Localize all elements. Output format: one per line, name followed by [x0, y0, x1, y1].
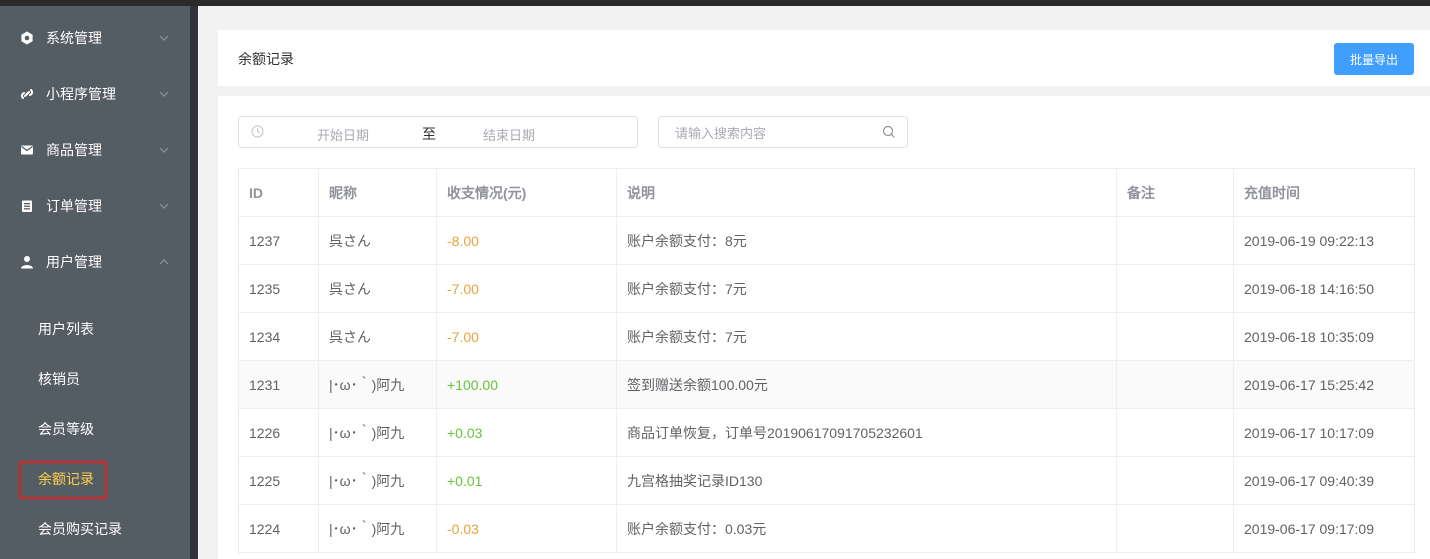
table-row[interactable]: 1231 |･ω･｀)阿九 +100.00 签到赠送余额100.00元 2019… [238, 360, 1415, 409]
cell-id: 1237 [238, 216, 319, 265]
cell-time: 2019-06-18 10:35:09 [1233, 312, 1415, 361]
page-title: 余额记录 [238, 51, 294, 67]
column-header-description[interactable]: 说明 [616, 168, 1117, 217]
submenu-balance-records[interactable]: 余额记录 [38, 469, 94, 489]
cell-nickname: |･ω･｀)阿九 [318, 408, 437, 457]
menu-users[interactable]: 用户管理 [0, 234, 190, 290]
submenu-user-list[interactable]: 用户列表 [38, 319, 94, 339]
cell-nickname: |･ω･｀)阿九 [318, 360, 437, 409]
cell-description: 九宫格抽奖记录ID130 [616, 456, 1117, 505]
cell-description: 签到赠送余额100.00元 [616, 360, 1117, 409]
menu-label: 商品管理 [46, 142, 102, 158]
cell-description: 账户余额支付：0.03元 [616, 504, 1117, 553]
menu-goods[interactable]: 商品管理 [0, 122, 190, 178]
column-header-nickname[interactable]: 昵称 [318, 168, 437, 217]
menu-label: 系统管理 [46, 30, 102, 46]
records-card: 开始日期 至 结束日期 ID 昵称 收支情况(元) 说明 备注 充值时间 [218, 96, 1430, 559]
cell-id: 1225 [238, 456, 319, 505]
cell-note [1116, 360, 1234, 409]
cell-amount: -7.00 [436, 264, 617, 313]
menu-label: 用户管理 [46, 254, 102, 270]
cell-time: 2019-06-17 10:17:09 [1233, 408, 1415, 457]
cell-nickname: 呉さん [318, 264, 437, 313]
start-date-input[interactable]: 开始日期 [317, 125, 369, 144]
table-row[interactable]: 1224 |･ω･｀)阿九 -0.03 账户余额支付：0.03元 2019-06… [238, 504, 1415, 553]
cell-id: 1226 [238, 408, 319, 457]
cell-description: 账户余额支付：7元 [616, 312, 1117, 361]
cell-note [1116, 456, 1234, 505]
cell-id: 1235 [238, 264, 319, 313]
chevron-down-icon [159, 203, 169, 209]
column-header-id[interactable]: ID [238, 168, 319, 217]
batch-export-button[interactable]: 批量导出 [1334, 43, 1414, 75]
cell-time: 2019-06-18 14:16:50 [1233, 264, 1415, 313]
chevron-up-icon [159, 259, 169, 265]
table-row[interactable]: 1235 呉さん -7.00 账户余额支付：7元 2019-06-18 14:1… [238, 264, 1415, 313]
search-box [658, 116, 908, 148]
end-date-input[interactable]: 结束日期 [483, 125, 535, 144]
table-header-row: ID 昵称 收支情况(元) 说明 备注 充值时间 [238, 168, 1415, 217]
menu-system[interactable]: 系统管理 [0, 10, 190, 66]
sidebar: 系统管理 小程序管理 商品管理 订单管理 用户管理 用户列表 核销员 会员等级 [0, 6, 190, 559]
cell-note [1116, 408, 1234, 457]
cell-time: 2019-06-19 09:22:13 [1233, 216, 1415, 265]
cell-id: 1224 [238, 504, 319, 553]
cell-time: 2019-06-17 15:25:42 [1233, 360, 1415, 409]
chevron-down-icon [159, 91, 169, 97]
cell-nickname: |･ω･｀)阿九 [318, 504, 437, 553]
cell-amount: -0.03 [436, 504, 617, 553]
cell-nickname: 呉さん [318, 216, 437, 265]
user-icon [20, 255, 34, 269]
cell-amount: +0.01 [436, 456, 617, 505]
column-header-note[interactable]: 备注 [1116, 168, 1234, 217]
cell-note [1116, 264, 1234, 313]
menu-label: 小程序管理 [46, 86, 116, 102]
cell-time: 2019-06-17 09:17:09 [1233, 504, 1415, 553]
column-header-amount[interactable]: 收支情况(元) [436, 168, 617, 217]
table-row[interactable]: 1234 呉さん -7.00 账户余额支付：7元 2019-06-18 10:3… [238, 312, 1415, 361]
date-range-picker[interactable]: 开始日期 至 结束日期 [238, 116, 638, 148]
gear-icon [20, 31, 34, 45]
cell-id: 1231 [238, 360, 319, 409]
clipboard-icon [20, 199, 34, 213]
cell-description: 账户余额支付：7元 [616, 264, 1117, 313]
clock-icon [251, 125, 264, 138]
table-row[interactable]: 1237 呉さん -8.00 账户余额支付：8元 2019-06-19 09:2… [238, 216, 1415, 265]
search-icon[interactable] [882, 125, 896, 139]
cell-amount: +100.00 [436, 360, 617, 409]
cell-note [1116, 216, 1234, 265]
table-row[interactable]: 1226 |･ω･｀)阿九 +0.03 商品订单恢复，订单号2019061709… [238, 408, 1415, 457]
column-header-time[interactable]: 充值时间 [1233, 168, 1415, 217]
page-header: 余额记录 批量导出 [218, 30, 1430, 86]
cell-amount: +0.03 [436, 408, 617, 457]
cell-description: 账户余额支付：8元 [616, 216, 1117, 265]
submenu-member-level[interactable]: 会员等级 [38, 419, 94, 439]
cell-nickname: 呉さん [318, 312, 437, 361]
cell-id: 1234 [238, 312, 319, 361]
submenu-verifier[interactable]: 核销员 [38, 369, 80, 389]
main-content: 余额记录 批量导出 开始日期 至 结束日期 ID 昵称 收支情况(元) [198, 6, 1430, 559]
cell-amount: -8.00 [436, 216, 617, 265]
menu-orders[interactable]: 订单管理 [0, 178, 190, 234]
cell-description: 商品订单恢复，订单号20190617091705232601 [616, 408, 1117, 457]
balance-records-table: ID 昵称 收支情况(元) 说明 备注 充值时间 1237 呉さん -8.00 … [238, 168, 1415, 553]
cell-nickname: |･ω･｀)阿九 [318, 456, 437, 505]
menu-miniprogram[interactable]: 小程序管理 [0, 66, 190, 122]
cell-note [1116, 312, 1234, 361]
table-row[interactable]: 1225 |･ω･｀)阿九 +0.01 九宫格抽奖记录ID130 2019-06… [238, 456, 1415, 505]
cell-amount: -7.00 [436, 312, 617, 361]
menu-label: 订单管理 [46, 198, 102, 214]
chevron-down-icon [159, 147, 169, 153]
submenu-member-purchase[interactable]: 会员购买记录 [38, 519, 122, 539]
cell-time: 2019-06-17 09:40:39 [1233, 456, 1415, 505]
chevron-down-icon [159, 35, 169, 41]
range-separator: 至 [422, 126, 436, 142]
search-input[interactable] [673, 122, 877, 144]
envelope-icon [20, 143, 34, 157]
cell-note [1116, 504, 1234, 553]
link-icon [20, 87, 34, 101]
sidebar-scrollbar[interactable] [190, 6, 198, 559]
